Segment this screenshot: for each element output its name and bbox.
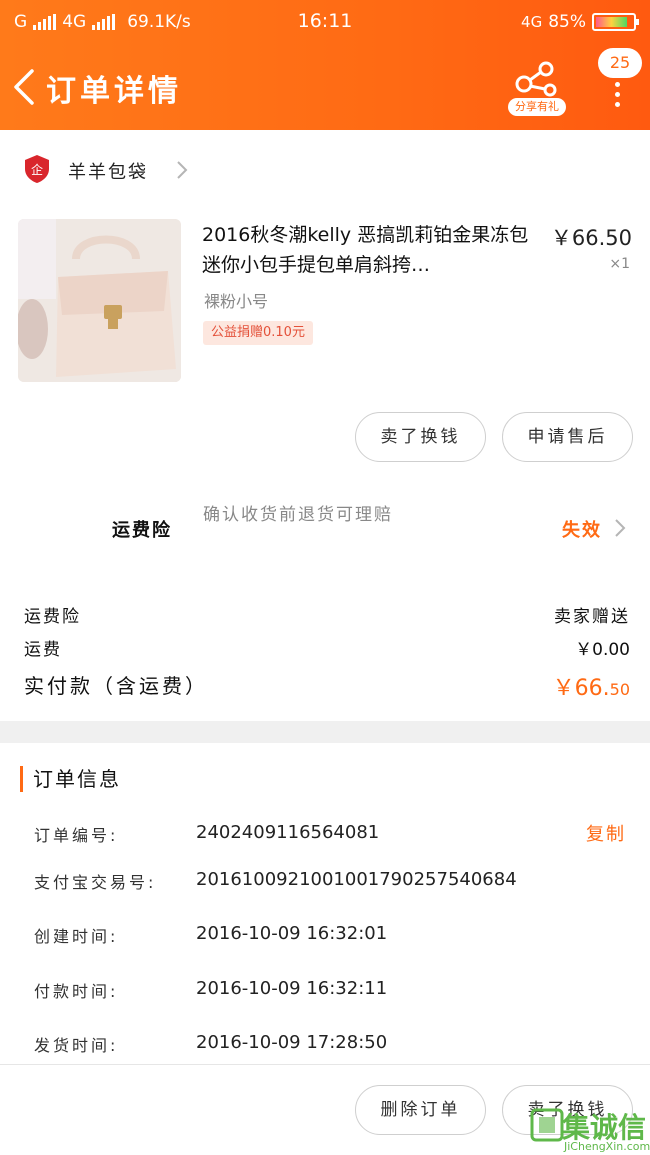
order-info-row: 订单编号: 2402409116564081: [34, 822, 634, 848]
watermark-subtext: JiChengXin.com: [564, 1140, 650, 1153]
site-watermark: 集诚信 JiChengXin.com: [528, 1104, 650, 1155]
order-info-row: 付款时间: 2016-10-09 16:32:11: [34, 978, 634, 1004]
chevron-right-icon[interactable]: [614, 518, 626, 538]
copy-button[interactable]: 复制: [586, 820, 626, 846]
product-image[interactable]: [18, 219, 181, 382]
summary-insurance-label: 运费险: [24, 607, 81, 627]
insurance-status[interactable]: 失效: [562, 516, 602, 542]
back-arrow-icon[interactable]: [10, 68, 40, 106]
shop-row[interactable]: 企 羊羊包袋: [0, 148, 650, 192]
battery-percent: 85%: [548, 12, 586, 32]
status-bar: G 4G 69.1K/s 16:11 4G 85%: [0, 0, 650, 44]
after-sale-button[interactable]: 申请售后: [502, 412, 633, 462]
summary-shipping-row: 运费 ￥0.00: [24, 635, 630, 660]
battery-icon: [592, 13, 639, 31]
product-sku: 裸粉小号: [204, 292, 269, 311]
summary-total-value: ￥66.50: [553, 670, 630, 702]
svg-text:企: 企: [31, 162, 43, 177]
more-button[interactable]: 25: [596, 48, 646, 108]
order-info-value: 2016-10-09 16:32:11: [196, 978, 388, 999]
product-title[interactable]: 2016秋冬潮kelly 恶搞凯莉铂金果冻包迷你小包手提包单肩斜挎…: [202, 220, 534, 280]
summary-total-row: 实付款（含运费） ￥66.50: [24, 670, 630, 702]
order-info-key: 支付宝交易号:: [34, 873, 157, 892]
share-label: 分享有礼: [508, 98, 566, 116]
watermark-logo-icon: [530, 1108, 564, 1142]
order-info-row: 创建时间: 2016-10-09 16:32:01: [34, 923, 634, 949]
summary-shipping-value: ￥0.00: [575, 640, 630, 660]
summary-total-main: ￥66.: [552, 676, 610, 701]
shop-name: 羊羊包袋: [68, 162, 148, 183]
network-right-label: 4G: [521, 13, 543, 31]
order-info-value: 2016-10-09 16:32:01: [196, 923, 388, 944]
product-quantity: ×1: [609, 256, 630, 272]
enterprise-shop-icon: 企: [25, 155, 49, 183]
section-divider: [0, 721, 650, 743]
order-info-title: 订单信息: [20, 766, 121, 792]
chevron-right-icon: [177, 161, 188, 179]
share-button[interactable]: 分享有礼: [508, 60, 566, 116]
order-info-value: 2016-10-09 17:28:50: [196, 1032, 388, 1053]
summary-total-cents: 50: [609, 680, 630, 699]
charity-badge: 公益捐赠0.10元: [203, 321, 313, 345]
order-info-row: 支付宝交易号: 2016100921001001790257540684: [34, 869, 634, 895]
page-title: 订单详情: [46, 74, 182, 109]
order-info-value: 2402409116564081: [196, 822, 380, 843]
bag-illustration: [18, 219, 181, 382]
summary-total-label: 实付款（含运费）: [24, 674, 208, 698]
summary-insurance-row: 运费险 卖家赠送: [24, 602, 630, 627]
header: G 4G 69.1K/s 16:11 4G 85% 订单详情 分享有礼 25: [0, 0, 650, 130]
order-info-key: 订单编号:: [34, 826, 119, 845]
resell-button[interactable]: 卖了换钱: [355, 412, 486, 462]
order-info-value: 2016100921001001790257540684: [196, 869, 517, 890]
message-badge: 25: [598, 48, 642, 78]
insurance-label: 运费险: [112, 520, 172, 541]
order-info-row: 发货时间: 2016-10-09 17:28:50: [34, 1032, 634, 1058]
summary-shipping-label: 运费: [24, 640, 62, 660]
share-icon: [515, 61, 557, 97]
order-info-key: 付款时间:: [34, 982, 119, 1001]
summary-insurance-value: 卖家赠送: [554, 607, 630, 627]
product-price: ￥66.50: [550, 226, 632, 250]
delete-order-button[interactable]: 删除订单: [355, 1085, 486, 1135]
order-info-key: 发货时间:: [34, 1036, 119, 1055]
more-icon: [615, 82, 621, 112]
order-info-key: 创建时间:: [34, 927, 119, 946]
insurance-description: 确认收货前退货可理赔: [203, 505, 393, 525]
